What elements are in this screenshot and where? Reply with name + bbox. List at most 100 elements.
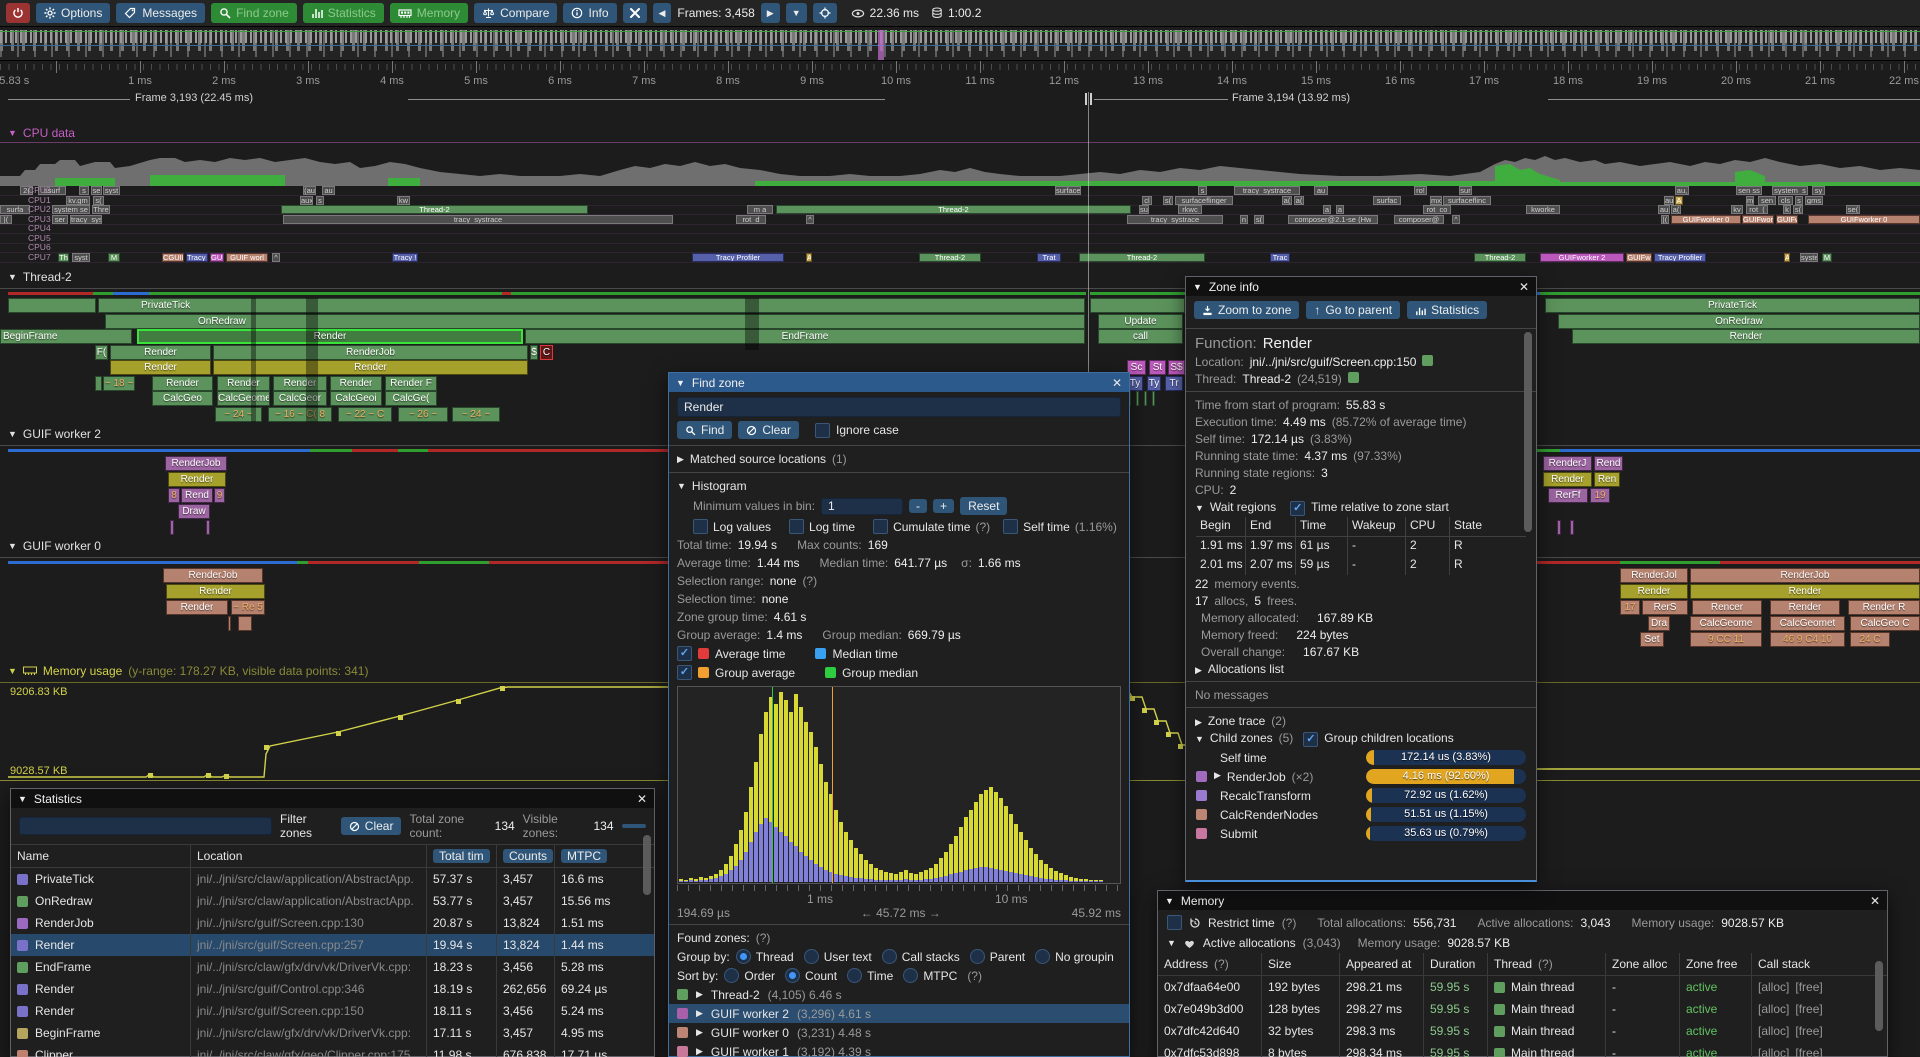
statistics-scrollbar[interactable] (643, 835, 651, 895)
cpu-zone[interactable]: ser (52, 215, 68, 224)
timeline-zone[interactable]: RenderJob (163, 568, 263, 583)
zone-trace-header[interactable]: ▶Zone trace(2) (1186, 712, 1536, 729)
find-zone-button[interactable]: Find zone (211, 3, 297, 23)
cpu-zone[interactable]: ^ (806, 215, 814, 224)
timeline-zone[interactable]: call (1098, 329, 1183, 344)
time-relative-checkbox[interactable]: ✓ (1290, 501, 1305, 516)
timeline-zone[interactable]: CalcGeor (273, 391, 327, 406)
timeline-zone[interactable]: 8 (168, 488, 180, 503)
thread2-section-header[interactable]: ▼ Thread-2 (8, 270, 72, 284)
allocation-row[interactable]: 0x7dfc53d898 8 bytes 298.34 ms 59.95 s M… (1158, 1042, 1887, 1057)
cpu-zone[interactable]: sy (1812, 186, 1825, 195)
statistics-row[interactable]: PrivateTick jni/../jni/src/claw/applicat… (11, 868, 654, 890)
timeline-zone[interactable]: Rend (1594, 456, 1623, 471)
collapse-arrow-icon[interactable]: ▼ (18, 794, 27, 804)
option-checkbox[interactable] (873, 519, 888, 534)
go-to-parent-button[interactable]: ↑Go to parent (1306, 301, 1400, 319)
timeline-zone[interactable]: 46 9 C4 10 (1770, 632, 1845, 647)
statistics-row[interactable]: Render jni/../jni/src/guif/Screen.cpp:15… (11, 1000, 654, 1022)
cpu-zone[interactable]: se (91, 186, 102, 195)
radio-icon[interactable] (970, 949, 985, 964)
timeline-zone[interactable]: C (540, 345, 553, 360)
expand-arrow-icon[interactable]: ▶ (696, 1008, 703, 1019)
found-zone-group[interactable]: ▶ GUIF worker 2 (3,296) 4.61 s (669, 1004, 1129, 1023)
timeline-zone[interactable]: Render (1572, 329, 1920, 344)
memory-button[interactable]: Memory (390, 3, 468, 23)
cpu-zone[interactable]: M (1822, 253, 1832, 262)
cpu-zone[interactable]: GUIFw (1776, 215, 1798, 224)
memory-data-point[interactable] (148, 773, 153, 778)
timeline-zone[interactable] (170, 520, 174, 535)
cpu-zone[interactable]: m a (747, 205, 773, 214)
cpu-zone[interactable]: surfac (1373, 196, 1401, 205)
timeline-zone[interactable] (206, 520, 210, 535)
timeline-zone[interactable]: Render (110, 345, 211, 360)
timeline-zone[interactable]: Render (1690, 584, 1920, 599)
timeline-zone[interactable]: Set (1640, 632, 1664, 647)
cpu-zone[interactable]: cl (1142, 196, 1152, 205)
alloc-callstack-link[interactable]: [alloc] (1758, 1024, 1789, 1038)
cpu-zone[interactable]: Trac (1270, 253, 1290, 262)
collapse-arrow-icon[interactable]: ▼ (8, 128, 17, 138)
radio-icon[interactable] (882, 949, 897, 964)
cpu-zone[interactable]: Th (58, 253, 69, 262)
cpu-zone[interactable]: GUIF worl (226, 253, 268, 262)
radio-icon[interactable] (736, 949, 751, 964)
cpu-zone[interactable]: composer@2.1-se (Hw (1288, 215, 1378, 224)
statistics-panel-titlebar[interactable]: ▼ Statistics ✕ (11, 789, 654, 808)
cpu-zone[interactable]: tracy_systrace (283, 215, 673, 224)
restrict-time-checkbox[interactable] (1167, 915, 1182, 930)
timeline-zone[interactable]: EndFrame (525, 329, 1085, 344)
timeline-zone[interactable]: 19 (1590, 488, 1610, 503)
timeline-zone[interactable]: Update (1098, 314, 1183, 329)
zoom-to-zone-button[interactable]: Zoom to zone (1194, 301, 1299, 319)
zone-info-scrollbar[interactable] (1524, 332, 1532, 532)
timeline-zone[interactable]: OnRedraw (1558, 314, 1920, 329)
clear-button[interactable]: Clear (738, 421, 799, 439)
time-ruler[interactable]: +55.83 s 1 ms 2 ms 3 ms 4 ms 5 ms 6 ms 7… (0, 61, 1920, 91)
col-call-stack[interactable]: Call stack (1752, 953, 1887, 975)
zone-statistics-button[interactable]: Statistics (1407, 301, 1487, 319)
legend-checkbox[interactable]: ✓ (677, 665, 692, 680)
histogram-option[interactable]: Log values (693, 519, 776, 534)
cpu-zone[interactable]: surfaceflinc (1443, 196, 1491, 205)
options-button[interactable]: Options (36, 3, 110, 23)
expand-arrow-icon[interactable]: ▶ (677, 454, 684, 465)
col-mtpc-button[interactable]: MTPC (561, 849, 607, 863)
group-by-option[interactable]: User text (804, 949, 872, 964)
cpu-zone[interactable]: surfaceflinger (1175, 196, 1233, 205)
cpu-zone[interactable]: gms (1805, 196, 1823, 205)
cpu-zone[interactable]: Tracy Profiler (692, 253, 784, 262)
histogram-option[interactable]: Log time (789, 519, 860, 534)
close-icon[interactable]: ✕ (1870, 894, 1880, 908)
timeline-zone[interactable]: Render (168, 472, 226, 487)
timeline-zone[interactable]: Draw (178, 504, 210, 519)
cpu-zone[interactable]: syste (1800, 253, 1818, 262)
child-zones-header[interactable]: ▼ Child zones(5) ✓ Group children locati… (1186, 729, 1536, 748)
free-callstack-link[interactable]: [free] (1795, 1024, 1822, 1038)
frame-bounds[interactable]: Frame 3,193 (22.45 ms) Frame 3,194 (13.9… (0, 92, 1920, 106)
memory-data-point[interactable] (1166, 732, 1171, 737)
cpu-zone[interactable]: a( (1294, 196, 1304, 205)
cpu-zone[interactable]: tracy_systrace (1127, 215, 1223, 224)
cpu-zone[interactable]: s( (93, 196, 104, 205)
cpu-zone[interactable]: rot_( (1746, 205, 1768, 214)
sort-by-option[interactable]: Count (785, 968, 837, 983)
timeline-zone[interactable]: Render (110, 360, 211, 375)
cpu-zone[interactable]: s (1198, 186, 1207, 195)
timeline-zone[interactable]: Ty (1147, 376, 1161, 391)
cpu-zone[interactable]: GUIFworker 0 (1671, 215, 1741, 224)
histogram-header[interactable]: ▼ Histogram (669, 477, 1129, 495)
cpu-zone[interactable]: tracy_sysr (70, 215, 102, 224)
timeline-zone[interactable]: ~ 18 ~ (103, 376, 135, 391)
timeline-zone[interactable]: 9 (214, 488, 225, 503)
timeline-zone[interactable]: Render (273, 376, 327, 391)
memory-data-point[interactable] (398, 715, 403, 720)
timeline-zone[interactable] (1144, 391, 1147, 406)
timeline-zone[interactable]: Render (1620, 584, 1688, 599)
timeline-zone[interactable] (1557, 520, 1561, 535)
close-icon[interactable]: ✕ (1519, 280, 1529, 294)
cpu-zone[interactable]: syst (103, 186, 120, 195)
timeline-zone[interactable]: $ (530, 345, 538, 360)
memory-data-point[interactable] (1154, 720, 1159, 725)
